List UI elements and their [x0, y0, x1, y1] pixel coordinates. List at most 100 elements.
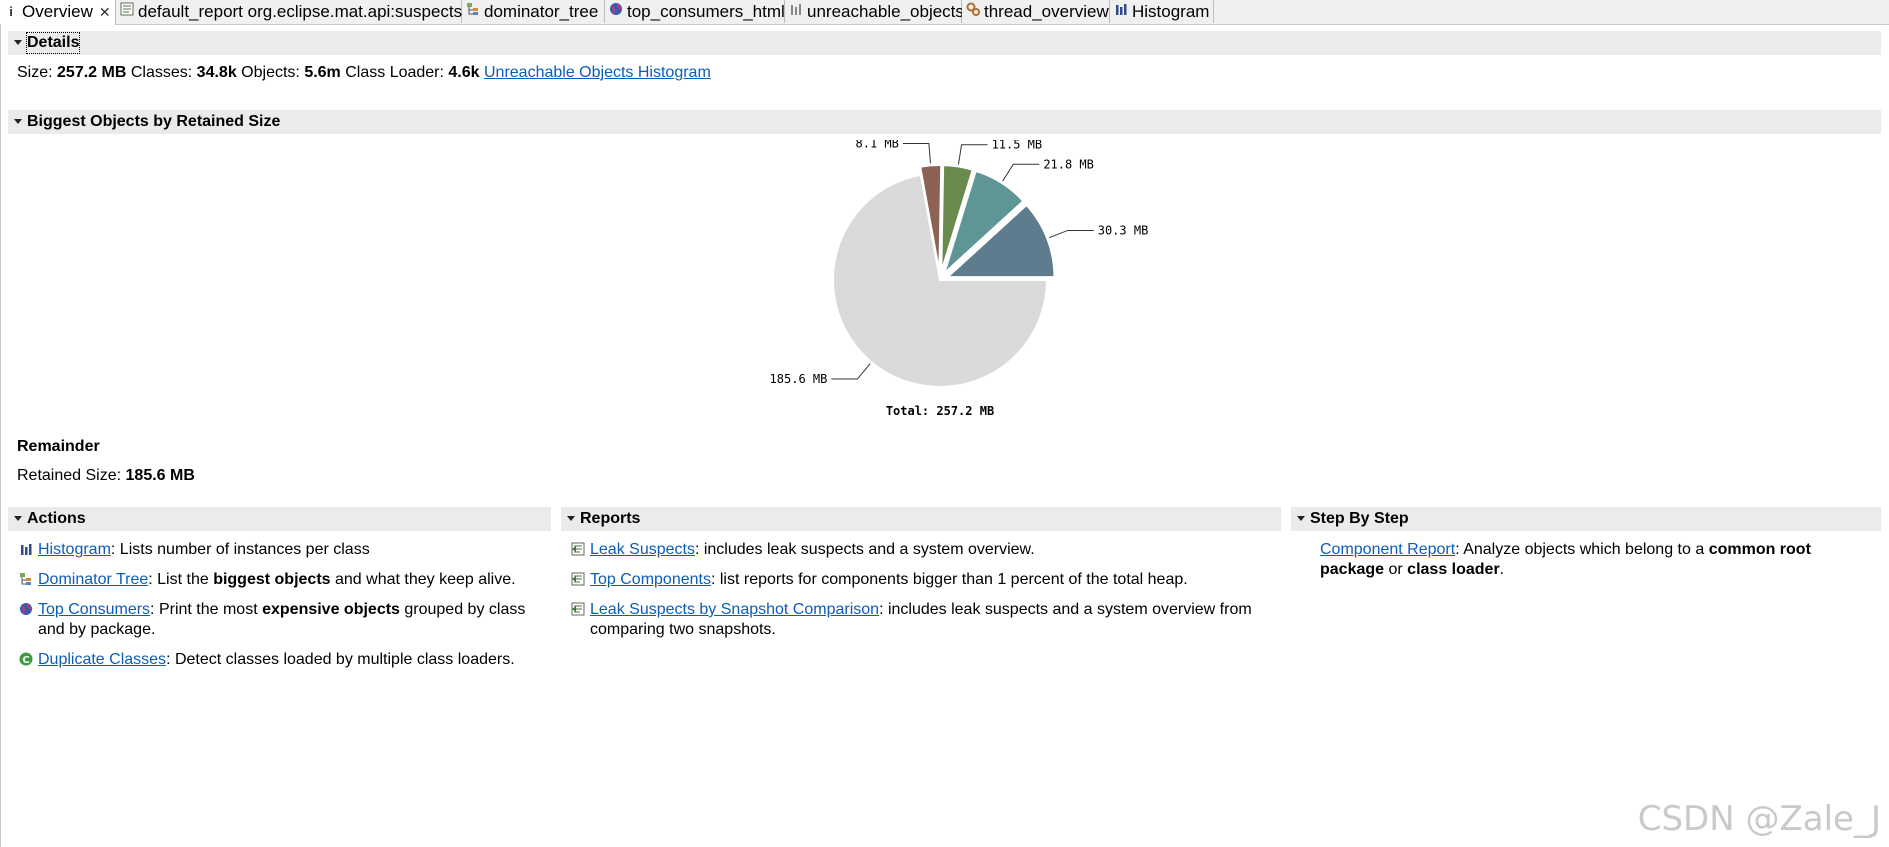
remainder-retained-size: Retained Size: 185.6 MB: [17, 466, 195, 486]
tab-dominator-tree[interactable]: dominator_tree: [462, 0, 605, 23]
pie-slice-label: 185.6 MB: [770, 372, 828, 386]
remainder-title: Remainder: [17, 438, 100, 455]
step-emphasis: common root: [1708, 541, 1811, 558]
actions-title: Actions: [27, 510, 86, 527]
pie-slice-label: 11.5 MB: [992, 140, 1043, 152]
leak-suspects-comparison-link[interactable]: Leak Suspects by Snapshot Comparison: [590, 601, 879, 618]
step-by-step-section-header[interactable]: Step By Step: [1291, 507, 1881, 531]
tab-label: unreachable_objects: [807, 2, 964, 21]
tab-label: default_report org.eclipse.mat.api:suspe…: [138, 2, 463, 21]
globe-icon: [19, 602, 33, 616]
dominator-tree-icon: [19, 572, 33, 586]
action-description: : Lists number of instances per class: [110, 541, 370, 558]
collapse-triangle-icon[interactable]: [14, 516, 22, 521]
step-by-step-title: Step By Step: [1310, 510, 1409, 527]
histogram-icon: [19, 542, 33, 556]
top-consumers-link[interactable]: Top Consumers: [38, 601, 150, 618]
histogram-icon: [1114, 0, 1128, 23]
collapse-triangle-icon[interactable]: [14, 119, 22, 124]
collapse-triangle-icon[interactable]: [1297, 516, 1305, 521]
class-loader-value: 4.6k: [448, 64, 480, 81]
size-value: 257.2 MB: [57, 64, 127, 81]
retained-size-value: 185.6 MB: [125, 467, 195, 484]
pie-leader-line: [957, 144, 988, 165]
editor-border: [0, 24, 1, 847]
action-description-cont: and by package.: [38, 621, 156, 638]
step-component-report: Component Report: Analyze objects which …: [1320, 540, 1860, 580]
retained-size-label: Retained Size:: [17, 467, 122, 484]
duplicate-classes-icon: C: [19, 652, 33, 666]
tab-default-report[interactable]: default_report org.eclipse.mat.api:suspe…: [116, 0, 462, 23]
pie-leader-line: [831, 363, 871, 380]
step-description: or: [1384, 561, 1408, 578]
editor-tab-bar: i Overview ✕ default_report org.eclipse.ma…: [0, 0, 1889, 25]
objects-label: Objects:: [241, 64, 300, 81]
tab-label: dominator_tree: [484, 2, 599, 21]
action-description: grouped by class: [399, 601, 526, 618]
leak-suspects-link[interactable]: Leak Suspects: [590, 541, 695, 558]
biggest-objects-pie-chart: 30.3 MB 21.8 MB11.5 MB 8.1 MB 185.6 MB Total…: [770, 140, 1149, 418]
size-label: Size:: [17, 64, 53, 81]
report-icon: [120, 0, 134, 23]
histogram-icon: [789, 0, 803, 23]
step-emphasis: package: [1320, 561, 1385, 578]
action-description: : Print the most: [150, 601, 263, 618]
tab-label: thread_overview: [984, 2, 1109, 21]
tab-top-consumers-html[interactable]: top_consumers_html: [605, 0, 785, 23]
step-description: .: [1499, 561, 1505, 578]
globe-icon: [609, 0, 623, 23]
tab-label: top_consumers_html: [627, 2, 785, 21]
objects-value: 5.6m: [304, 64, 341, 81]
close-icon[interactable]: ✕: [99, 4, 111, 20]
collapse-triangle-icon[interactable]: [14, 40, 22, 45]
unreachable-objects-histogram-link[interactable]: Unreachable Objects Histogram: [484, 64, 711, 81]
action-description: : List the: [148, 571, 214, 588]
report-description: : list reports for components bigger tha…: [710, 571, 1188, 588]
pie-leader-line: [1002, 163, 1040, 182]
top-components-link[interactable]: Top Components: [590, 571, 711, 588]
collapse-triangle-icon[interactable]: [567, 516, 575, 521]
duplicate-classes-link[interactable]: Duplicate Classes: [38, 651, 166, 668]
actions-section-header[interactable]: Actions: [8, 507, 551, 531]
pie-slice-label: 21.8 MB: [1043, 157, 1094, 171]
tab-unreachable-objects[interactable]: unreachable_objects: [785, 0, 964, 23]
report-icon: [571, 572, 585, 586]
action-emphasis: biggest objects: [213, 571, 331, 588]
details-summary: Size: 257.2 MB Classes: 34.8k Objects: 5…: [17, 63, 711, 83]
pie-slice-label: 30.3 MB: [1098, 223, 1149, 237]
pie-leader-line: [902, 142, 932, 164]
step-description: : Analyze objects which belong to a: [1455, 541, 1709, 558]
threads-icon: [966, 0, 980, 23]
component-report-link[interactable]: Component Report: [1320, 541, 1455, 558]
pie-total-label: Total: 257.2 MB: [886, 404, 994, 418]
tab-overview[interactable]: i Overview ✕: [0, 0, 116, 25]
pie-leader-line: [1048, 229, 1094, 239]
watermark: CSDN @Zale_J: [1637, 799, 1881, 839]
tab-thread-overview[interactable]: thread_overview: [962, 0, 1110, 23]
step-emphasis: class loader: [1407, 561, 1500, 578]
reports-title: Reports: [580, 510, 641, 527]
details-section-header[interactable]: Details: [8, 31, 1881, 55]
report-description: : includes leak suspects and a system ov…: [879, 601, 1252, 618]
histogram-link[interactable]: Histogram: [38, 541, 111, 558]
action-description: and what they keep alive.: [330, 571, 516, 588]
tab-label: Histogram: [1132, 2, 1210, 21]
report-icon: [571, 602, 585, 616]
action-description: : Detect classes loaded by multiple clas…: [166, 651, 515, 668]
info-icon: i: [9, 4, 13, 19]
classes-value: 34.8k: [196, 64, 237, 81]
action-emphasis: expensive objects: [262, 601, 400, 618]
svg-text:C: C: [22, 655, 29, 666]
dominator-tree-link[interactable]: Dominator Tree: [38, 571, 148, 588]
pie-slice-label: 8.1 MB: [856, 140, 899, 150]
report-icon: [571, 542, 585, 556]
tab-label: Overview: [22, 2, 93, 21]
biggest-objects-section-header[interactable]: Biggest Objects by Retained Size: [8, 110, 1881, 134]
report-description-cont: comparing two snapshots.: [590, 621, 776, 638]
tab-histogram[interactable]: Histogram: [1110, 0, 1214, 23]
reports-section-header[interactable]: Reports: [561, 507, 1281, 531]
dominator-tree-icon: [466, 0, 480, 23]
class-loader-label: Class Loader:: [345, 64, 444, 81]
details-title: Details: [25, 32, 81, 54]
classes-label: Classes:: [130, 64, 193, 81]
